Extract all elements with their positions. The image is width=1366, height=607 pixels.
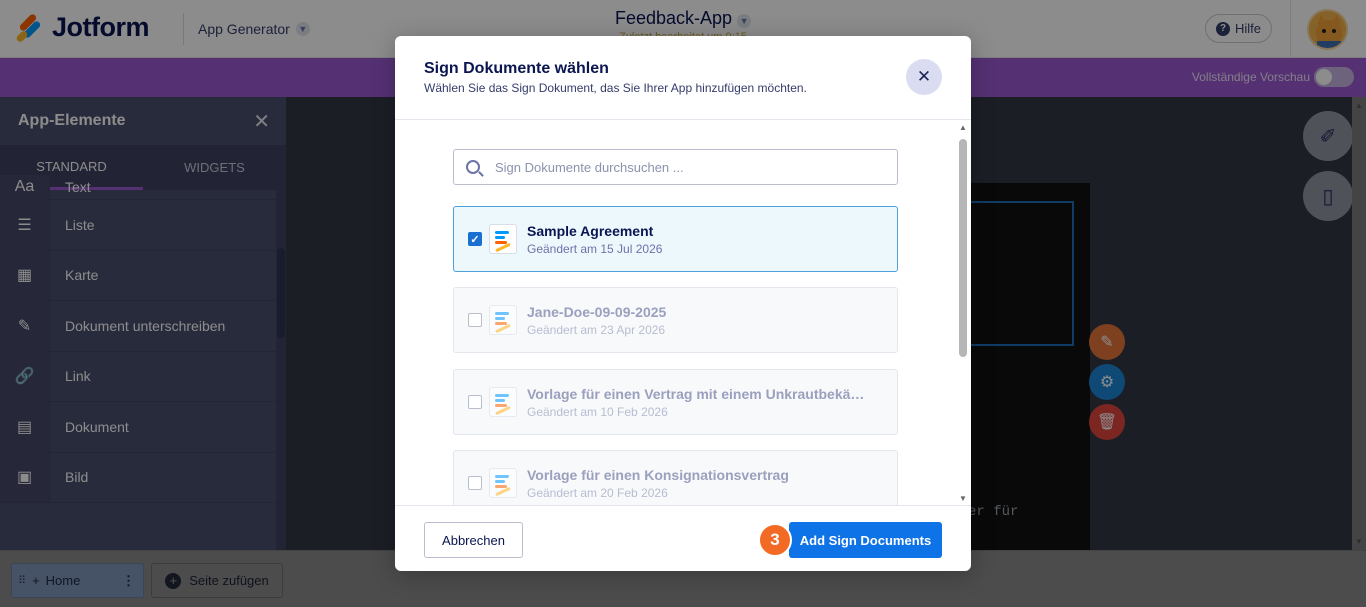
- dialog-title: Sign Dokumente wählen: [424, 60, 609, 77]
- document-checkbox[interactable]: [468, 395, 482, 409]
- dialog-scrollbar[interactable]: ▲ ▼: [955, 121, 971, 505]
- document-modified-date: Geändert am 15 Jul 2026: [527, 241, 663, 256]
- document-item[interactable]: Jane-Doe-09-09-2025 Geändert am 23 Apr 2…: [453, 287, 898, 353]
- add-sign-documents-button[interactable]: Add Sign Documents: [789, 522, 942, 558]
- document-modified-date: Geändert am 10 Feb 2026: [527, 404, 668, 419]
- sign-documents-dialog: Sign Dokumente wählen Wählen Sie das Sig…: [395, 36, 971, 571]
- document-name: Vorlage für einen Konsignationsvertrag: [527, 466, 789, 483]
- document-item[interactable]: ✓ Sample Agreement Geändert am 15 Jul 20…: [453, 206, 898, 272]
- dialog-subtitle: Wählen Sie das Sign Dokument, das Sie Ih…: [424, 81, 807, 95]
- cancel-button[interactable]: Abbrechen: [424, 522, 523, 558]
- close-icon: ✕: [916, 67, 932, 86]
- sign-document-icon: [489, 468, 517, 498]
- step-number-badge: 3: [758, 523, 792, 557]
- scroll-down-icon[interactable]: ▼: [959, 494, 967, 503]
- search-icon: [466, 160, 480, 174]
- scroll-up-icon[interactable]: ▲: [959, 123, 967, 132]
- sign-document-icon: [489, 224, 517, 254]
- dialog-footer: Abbrechen Add Sign Documents 3: [395, 505, 971, 571]
- scrollbar-thumb[interactable]: [959, 139, 967, 357]
- document-name: Sample Agreement: [527, 222, 654, 239]
- document-checkbox[interactable]: [468, 476, 482, 490]
- document-checkbox[interactable]: ✓: [468, 232, 482, 246]
- sign-document-icon: [489, 305, 517, 335]
- close-dialog-button[interactable]: ✕: [906, 59, 942, 95]
- search-placeholder: Sign Dokumente durchsuchen ...: [495, 159, 684, 175]
- document-item[interactable]: Vorlage für einen Konsignationsvertrag G…: [453, 450, 898, 505]
- dialog-body: Sign Dokumente durchsuchen ... ✓ Sample …: [395, 121, 971, 505]
- document-item[interactable]: Vorlage für einen Vertrag mit einem Unkr…: [453, 369, 898, 435]
- document-name: Vorlage für einen Vertrag mit einem Unkr…: [527, 385, 865, 402]
- document-name: Jane-Doe-09-09-2025: [527, 303, 667, 320]
- search-input[interactable]: Sign Dokumente durchsuchen ...: [453, 149, 898, 185]
- document-modified-date: Geändert am 20 Feb 2026: [527, 485, 668, 500]
- dialog-header: Sign Dokumente wählen Wählen Sie das Sig…: [395, 36, 971, 120]
- document-checkbox[interactable]: [468, 313, 482, 327]
- document-modified-date: Geändert am 23 Apr 2026: [527, 322, 666, 337]
- sign-document-icon: [489, 387, 517, 417]
